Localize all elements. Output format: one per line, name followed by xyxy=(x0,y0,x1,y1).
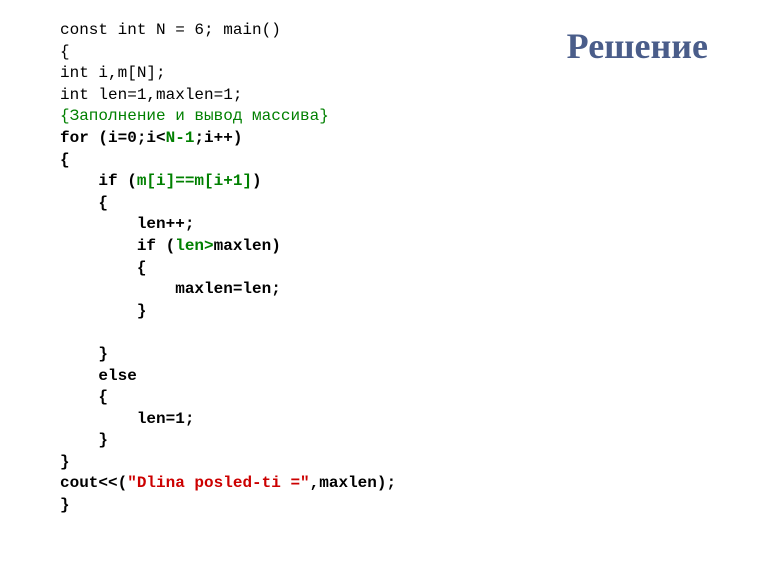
code-line: for (i=0;i< xyxy=(60,129,166,147)
code-line: maxlen=len; xyxy=(60,280,281,298)
code-line: if ( xyxy=(60,237,175,255)
code-line: len++; xyxy=(60,215,194,233)
code-line: cout<<( xyxy=(60,474,127,492)
code-line: else xyxy=(60,367,137,385)
code-line: len=1; xyxy=(60,410,194,428)
code-line: { xyxy=(60,259,146,277)
code-line: { xyxy=(60,194,108,212)
code-line: } xyxy=(60,431,108,449)
code-block: const int N = 6; main() { int i,m[N]; in… xyxy=(60,20,708,517)
code-line: ;i++) xyxy=(194,129,242,147)
code-highlight: len> xyxy=(175,237,213,255)
code-string: "Dlina posled-ti =" xyxy=(127,474,309,492)
code-highlight: N-1 xyxy=(166,129,195,147)
code-line: ,maxlen); xyxy=(310,474,396,492)
code-line: ) xyxy=(252,172,262,190)
slide-title: Решение xyxy=(567,25,708,67)
code-line: int i,m[N]; xyxy=(60,64,166,82)
code-highlight: m[i]==m[i+1] xyxy=(137,172,252,190)
code-line: { xyxy=(60,388,108,406)
code-comment: {Заполнение и вывод массива} xyxy=(60,107,329,125)
code-line: { xyxy=(60,43,70,61)
code-line: } xyxy=(60,302,146,320)
code-line: { xyxy=(60,151,70,169)
code-line: } xyxy=(60,496,70,514)
code-line: const int N = 6; main() xyxy=(60,21,281,39)
code-line: } xyxy=(60,453,70,471)
code-line: if ( xyxy=(60,172,137,190)
code-line: } xyxy=(60,345,108,363)
code-line: int len=1,maxlen=1; xyxy=(60,86,242,104)
code-line: maxlen) xyxy=(214,237,281,255)
